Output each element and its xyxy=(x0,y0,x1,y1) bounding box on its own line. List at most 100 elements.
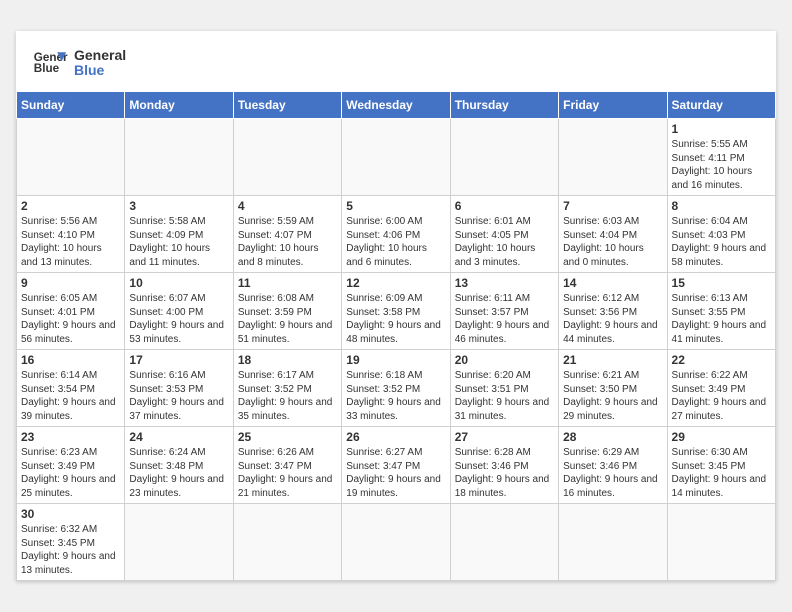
day-number: 1 xyxy=(672,122,771,136)
day-number: 2 xyxy=(21,199,120,213)
week-row-1: 1 Sunrise: 5:55 AM Sunset: 4:11 PM Daylig… xyxy=(17,119,776,196)
day-cell: 13 Sunrise: 6:11 AM Sunset: 3:57 PM Dayli… xyxy=(450,273,558,350)
weekday-header-saturday: Saturday xyxy=(667,92,775,119)
day-number: 23 xyxy=(21,430,120,444)
day-cell xyxy=(233,119,341,196)
weekday-header-monday: Monday xyxy=(125,92,233,119)
day-info: Sunrise: 6:11 AM Sunset: 3:57 PM Dayligh… xyxy=(455,292,554,346)
day-number: 30 xyxy=(21,507,120,521)
week-row-4: 16 Sunrise: 6:14 AM Sunset: 3:54 PM Dayli… xyxy=(17,350,776,427)
day-info: Sunrise: 6:16 AM Sunset: 3:53 PM Dayligh… xyxy=(129,369,228,423)
day-info: Sunrise: 5:58 AM Sunset: 4:09 PM Dayligh… xyxy=(129,215,228,269)
calendar-table: SundayMondayTuesdayWednesdayThursdayFrid… xyxy=(16,91,776,581)
day-number: 15 xyxy=(672,276,771,290)
calendar-header: General Blue General Blue xyxy=(16,31,776,91)
day-number: 14 xyxy=(563,276,662,290)
day-number: 13 xyxy=(455,276,554,290)
day-number: 9 xyxy=(21,276,120,290)
day-number: 7 xyxy=(563,199,662,213)
day-number: 11 xyxy=(238,276,337,290)
day-info: Sunrise: 5:55 AM Sunset: 4:11 PM Dayligh… xyxy=(672,138,771,192)
day-info: Sunrise: 6:12 AM Sunset: 3:56 PM Dayligh… xyxy=(563,292,662,346)
day-info: Sunrise: 6:24 AM Sunset: 3:48 PM Dayligh… xyxy=(129,446,228,500)
day-number: 16 xyxy=(21,353,120,367)
day-cell xyxy=(125,119,233,196)
day-cell: 2 Sunrise: 5:56 AM Sunset: 4:10 PM Daylig… xyxy=(17,196,125,273)
day-info: Sunrise: 6:05 AM Sunset: 4:01 PM Dayligh… xyxy=(21,292,120,346)
day-cell: 21 Sunrise: 6:21 AM Sunset: 3:50 PM Dayli… xyxy=(559,350,667,427)
day-cell: 8Sunrise: 6:04 AM Sunset: 4:03 PM Daylig… xyxy=(667,196,775,273)
day-cell xyxy=(17,119,125,196)
day-number: 29 xyxy=(672,430,771,444)
day-number: 21 xyxy=(563,353,662,367)
day-info: Sunrise: 6:29 AM Sunset: 3:46 PM Dayligh… xyxy=(563,446,662,500)
day-number: 22 xyxy=(672,353,771,367)
day-cell: 1 Sunrise: 5:55 AM Sunset: 4:11 PM Daylig… xyxy=(667,119,775,196)
day-cell: 30 Sunrise: 6:32 AM Sunset: 3:45 PM Dayli… xyxy=(17,504,125,581)
day-cell: 20 Sunrise: 6:20 AM Sunset: 3:51 PM Dayli… xyxy=(450,350,558,427)
day-number: 24 xyxy=(129,430,228,444)
day-info: Sunrise: 5:56 AM Sunset: 4:10 PM Dayligh… xyxy=(21,215,120,269)
day-info: Sunrise: 6:14 AM Sunset: 3:54 PM Dayligh… xyxy=(21,369,120,423)
day-cell xyxy=(450,504,558,581)
day-cell: 29Sunrise: 6:30 AM Sunset: 3:45 PM Dayli… xyxy=(667,427,775,504)
day-number: 10 xyxy=(129,276,228,290)
day-cell xyxy=(450,119,558,196)
day-info: Sunrise: 6:17 AM Sunset: 3:52 PM Dayligh… xyxy=(238,369,337,423)
week-row-2: 2 Sunrise: 5:56 AM Sunset: 4:10 PM Daylig… xyxy=(17,196,776,273)
day-number: 19 xyxy=(346,353,445,367)
day-cell: 5 Sunrise: 6:00 AM Sunset: 4:06 PM Daylig… xyxy=(342,196,450,273)
day-cell: 9 Sunrise: 6:05 AM Sunset: 4:01 PM Daylig… xyxy=(17,273,125,350)
day-info: Sunrise: 6:00 AM Sunset: 4:06 PM Dayligh… xyxy=(346,215,445,269)
day-cell: 19 Sunrise: 6:18 AM Sunset: 3:52 PM Dayli… xyxy=(342,350,450,427)
week-row-6: 30 Sunrise: 6:32 AM Sunset: 3:45 PM Dayli… xyxy=(17,504,776,581)
day-number: 26 xyxy=(346,430,445,444)
logo: General Blue General Blue xyxy=(32,45,126,81)
day-cell xyxy=(667,504,775,581)
logo-general: General xyxy=(74,48,126,63)
day-cell: 16 Sunrise: 6:14 AM Sunset: 3:54 PM Dayli… xyxy=(17,350,125,427)
day-info: Sunrise: 6:27 AM Sunset: 3:47 PM Dayligh… xyxy=(346,446,445,500)
day-info: Sunrise: 6:07 AM Sunset: 4:00 PM Dayligh… xyxy=(129,292,228,346)
day-number: 27 xyxy=(455,430,554,444)
calendar-container: General Blue General Blue SundayMondayTu… xyxy=(16,31,776,581)
day-info: Sunrise: 6:01 AM Sunset: 4:05 PM Dayligh… xyxy=(455,215,554,269)
day-number: 8 xyxy=(672,199,771,213)
day-cell xyxy=(559,504,667,581)
day-cell: 18Sunrise: 6:17 AM Sunset: 3:52 PM Dayli… xyxy=(233,350,341,427)
day-cell xyxy=(233,504,341,581)
day-info: Sunrise: 6:09 AM Sunset: 3:58 PM Dayligh… xyxy=(346,292,445,346)
day-info: Sunrise: 6:08 AM Sunset: 3:59 PM Dayligh… xyxy=(238,292,337,346)
day-cell: 17Sunrise: 6:16 AM Sunset: 3:53 PM Dayli… xyxy=(125,350,233,427)
day-number: 20 xyxy=(455,353,554,367)
day-number: 5 xyxy=(346,199,445,213)
day-cell xyxy=(125,504,233,581)
day-info: Sunrise: 6:20 AM Sunset: 3:51 PM Dayligh… xyxy=(455,369,554,423)
day-info: Sunrise: 6:32 AM Sunset: 3:45 PM Dayligh… xyxy=(21,523,120,577)
day-info: Sunrise: 6:26 AM Sunset: 3:47 PM Dayligh… xyxy=(238,446,337,500)
day-cell: 26 Sunrise: 6:27 AM Sunset: 3:47 PM Dayli… xyxy=(342,427,450,504)
day-cell: 24 Sunrise: 6:24 AM Sunset: 3:48 PM Dayli… xyxy=(125,427,233,504)
week-row-5: 23Sunrise: 6:23 AM Sunset: 3:49 PM Dayli… xyxy=(17,427,776,504)
day-cell: 15Sunrise: 6:13 AM Sunset: 3:55 PM Dayli… xyxy=(667,273,775,350)
week-row-3: 9 Sunrise: 6:05 AM Sunset: 4:01 PM Daylig… xyxy=(17,273,776,350)
day-number: 4 xyxy=(238,199,337,213)
day-info: Sunrise: 6:21 AM Sunset: 3:50 PM Dayligh… xyxy=(563,369,662,423)
day-cell xyxy=(342,119,450,196)
day-number: 28 xyxy=(563,430,662,444)
weekday-header-tuesday: Tuesday xyxy=(233,92,341,119)
weekday-header-thursday: Thursday xyxy=(450,92,558,119)
weekday-header-sunday: Sunday xyxy=(17,92,125,119)
logo-blue: Blue xyxy=(74,63,126,78)
svg-text:Blue: Blue xyxy=(34,62,60,75)
day-cell: 3Sunrise: 5:58 AM Sunset: 4:09 PM Daylig… xyxy=(125,196,233,273)
day-cell: 4Sunrise: 5:59 AM Sunset: 4:07 PM Daylig… xyxy=(233,196,341,273)
day-info: Sunrise: 6:28 AM Sunset: 3:46 PM Dayligh… xyxy=(455,446,554,500)
day-info: Sunrise: 6:03 AM Sunset: 4:04 PM Dayligh… xyxy=(563,215,662,269)
day-info: Sunrise: 6:18 AM Sunset: 3:52 PM Dayligh… xyxy=(346,369,445,423)
day-cell: 23Sunrise: 6:23 AM Sunset: 3:49 PM Dayli… xyxy=(17,427,125,504)
weekday-header-wednesday: Wednesday xyxy=(342,92,450,119)
day-cell xyxy=(342,504,450,581)
day-cell: 7 Sunrise: 6:03 AM Sunset: 4:04 PM Daylig… xyxy=(559,196,667,273)
day-cell: 14 Sunrise: 6:12 AM Sunset: 3:56 PM Dayli… xyxy=(559,273,667,350)
